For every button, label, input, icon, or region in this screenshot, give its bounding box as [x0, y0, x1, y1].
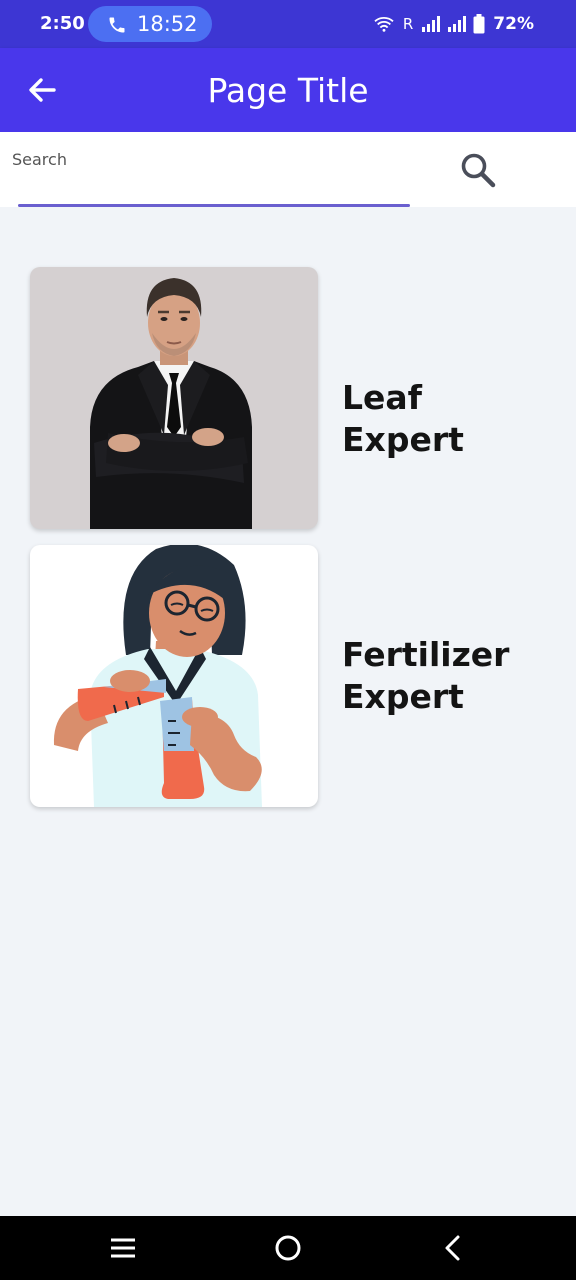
signal-icon: [422, 16, 441, 32]
search-area: Search: [0, 132, 576, 207]
home-icon: [275, 1235, 301, 1261]
system-nav-bar: [0, 1216, 576, 1280]
roaming-label: R: [402, 15, 414, 33]
recents-button[interactable]: [103, 1228, 143, 1268]
search-input[interactable]: [12, 172, 392, 200]
nav-back-button[interactable]: [433, 1228, 473, 1268]
expert-name: Leaf Expert: [342, 378, 464, 459]
search-icon: [461, 153, 496, 188]
businessman-photo: [30, 267, 318, 529]
search-underline: [18, 204, 410, 207]
expert-name: Fertilizer Expert: [342, 635, 510, 716]
expert-card-fertilizer[interactable]: Fertilizer Expert: [30, 545, 550, 807]
status-bar: 2:50 18:52 R 72%: [0, 0, 576, 48]
search-button[interactable]: [456, 148, 500, 192]
signal-icon-2: [448, 16, 467, 32]
phone-icon: [109, 17, 125, 33]
menu-icon: [111, 1238, 135, 1258]
battery-icon: [473, 14, 485, 34]
status-time: 2:50: [40, 13, 85, 34]
call-duration: 18:52: [137, 12, 198, 36]
home-button[interactable]: [268, 1228, 308, 1268]
ongoing-call-chip[interactable]: 18:52: [88, 6, 212, 42]
status-icons: R 72%: [373, 12, 534, 36]
back-icon: [445, 1235, 460, 1261]
battery-percent: 72%: [493, 14, 534, 34]
wifi-icon: [374, 17, 394, 32]
app-bar: Page Title: [0, 48, 576, 132]
page-title: Page Title: [207, 71, 369, 110]
expert-card-leaf[interactable]: Leaf Expert: [30, 267, 550, 529]
scientist-illustration: [30, 545, 318, 807]
search-label: Search: [12, 150, 67, 169]
